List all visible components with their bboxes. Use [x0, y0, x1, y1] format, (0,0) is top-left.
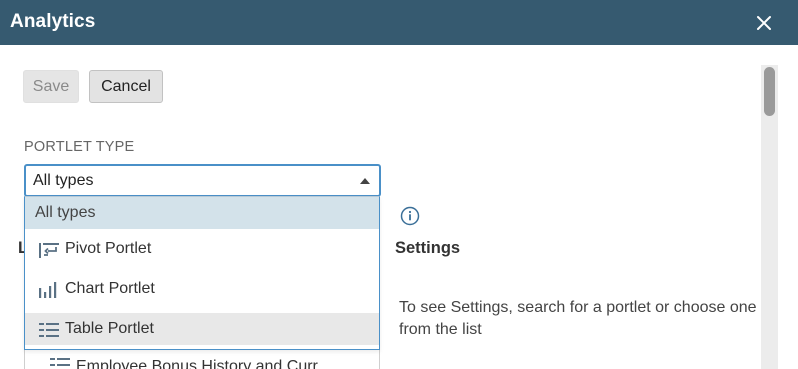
dialog-titlebar: Analytics: [0, 0, 798, 45]
close-icon[interactable]: [750, 9, 778, 37]
option-label: Pivot Portlet: [65, 240, 152, 257]
bar-chart-icon: [39, 282, 59, 298]
option-all-types[interactable]: All types: [25, 197, 379, 229]
caret-up-icon: [360, 178, 370, 184]
option-label: All types: [35, 204, 96, 221]
list-item-label: Employee Bonus History and Curr: [76, 358, 318, 369]
scrollbar-thumb[interactable]: [764, 67, 775, 116]
option-label: Chart Portlet: [65, 280, 155, 297]
info-icon[interactable]: [399, 205, 421, 227]
settings-hint: To see Settings, search for a portlet or…: [399, 299, 757, 338]
portlet-type-value: All types: [33, 172, 94, 189]
option-pivot-portlet[interactable]: Pivot Portlet: [25, 233, 379, 265]
pivot-icon: [39, 242, 59, 258]
dialog-title: Analytics: [10, 11, 96, 32]
list-item[interactable]: Employee Bonus History and Curr: [50, 357, 318, 369]
settings-heading: Settings: [395, 239, 461, 257]
table-icon: [39, 322, 59, 338]
option-label: Table Portlet: [65, 320, 154, 337]
portlet-type-select[interactable]: All types: [24, 164, 381, 197]
table-icon: [50, 357, 70, 369]
option-table-portlet[interactable]: Table Portlet: [25, 313, 379, 345]
cancel-button[interactable]: Cancel: [89, 70, 163, 103]
analytics-dialog: Analytics Save Cancel PORTLET TYPE All t…: [0, 0, 798, 369]
save-button[interactable]: Save: [23, 70, 79, 103]
portlet-type-label: PORTLET TYPE: [24, 139, 135, 155]
option-chart-portlet[interactable]: Chart Portlet: [25, 273, 379, 305]
portlet-type-dropdown: All types Pivot Portlet Chart Portlet Ta…: [24, 196, 380, 350]
